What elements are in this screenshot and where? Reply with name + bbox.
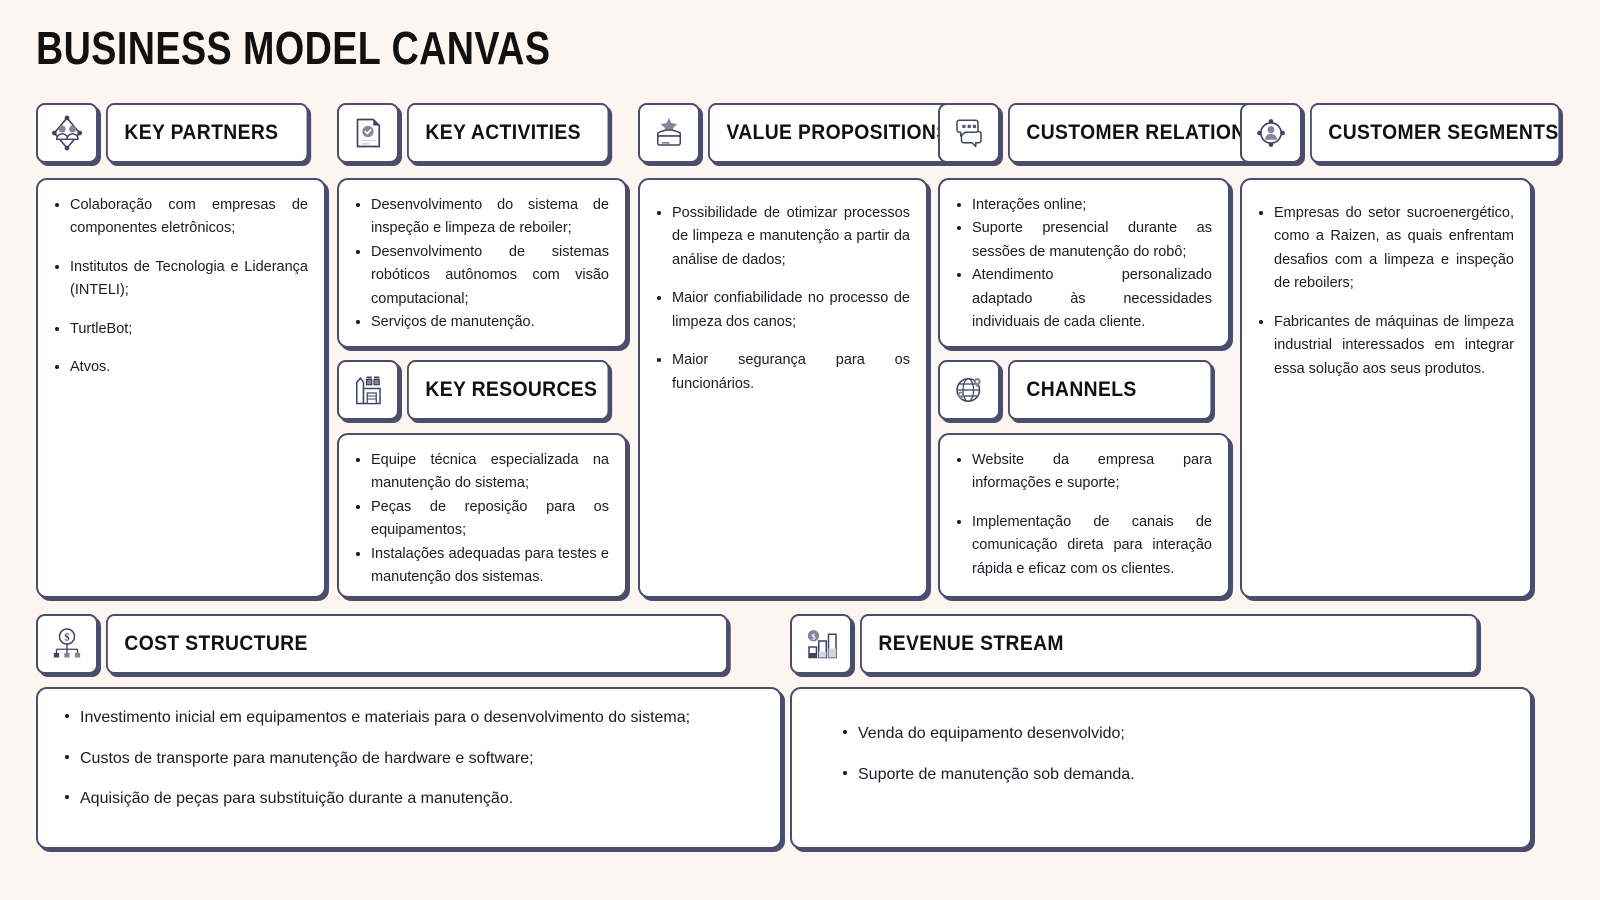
key-activities-panel: Desenvolvimento do sistema de inspeção e…: [337, 178, 627, 348]
customer-segments-header: CUSTOMER SEGMENTS: [1240, 103, 1561, 163]
value-propositions-header: VALUE PROPOSITIONS: [638, 103, 952, 163]
revenue-bar-chart-icon: $: [790, 614, 852, 674]
list-item: Desenvolvimento do sistema de inspeção e…: [353, 194, 609, 241]
value-propositions-list: Possibilidade de otimizar processos de l…: [640, 180, 926, 406]
key-partners-list: Colaboração com empresas de componentes …: [38, 180, 324, 390]
customer-segments-list: Empresas do setor sucroenergético, como …: [1242, 180, 1530, 391]
list-item: Investimento inicial em equipamentos e m…: [62, 705, 758, 731]
value-propositions-panel: Possibilidade de otimizar processos de l…: [638, 178, 928, 598]
channels-list: Website da empresa para informações e su…: [940, 435, 1228, 591]
document-check-icon: [337, 103, 399, 163]
cost-structure-header: $ COST STRUCTURE: [36, 614, 782, 674]
channels-panel: Website da empresa para informações e su…: [938, 433, 1230, 598]
list-item: Maior confiabilidade no processo de limp…: [654, 287, 910, 334]
list-item: Desenvolvimento de sistemas robóticos au…: [353, 241, 609, 311]
customer-relationship-panel: Interações online; Suporte presencial du…: [938, 178, 1230, 348]
list-item: Suporte presencial durante as sessões de…: [954, 217, 1212, 264]
revenue-stream-title: REVENUE STREAM: [860, 614, 1479, 674]
list-item: Interações online;: [954, 194, 1212, 217]
list-item: Suporte de manutenção sob demanda.: [840, 762, 1508, 788]
list-item: Possibilidade de otimizar processos de l…: [654, 202, 910, 272]
key-resources-header: KEY RESOURCES: [337, 360, 627, 420]
value-propositions-title: VALUE PROPOSITIONS: [708, 103, 952, 163]
list-item: Maior segurança para os funcionários.: [654, 349, 910, 396]
cost-hierarchy-icon: $: [36, 614, 98, 674]
channels-header: CHANNELS: [938, 360, 1230, 420]
customer-segments-panel: Empresas do setor sucroenergético, como …: [1240, 178, 1532, 598]
cost-structure-title: COST STRUCTURE: [106, 614, 728, 674]
factory-icon: [337, 360, 399, 420]
list-item: Equipe técnica especializada na manutenç…: [353, 449, 609, 496]
gift-box-star-icon: [638, 103, 700, 163]
revenue-stream-panel: Venda do equipamento desenvolvido; Supor…: [790, 687, 1532, 849]
key-partners-header: KEY PARTNERS: [36, 103, 326, 163]
revenue-stream-header: $ REVENUE STREAM: [790, 614, 1532, 674]
user-target-icon: [1240, 103, 1302, 163]
business-model-canvas: BUSINESS MODEL CANVAS KEY PARTNERS Colab…: [0, 0, 1600, 900]
list-item: Institutos de Tecnologia e Liderança (IN…: [52, 256, 308, 303]
page-title: BUSINESS MODEL CANVAS: [36, 22, 551, 74]
list-item: Atendimento personalizado adaptado às ne…: [954, 264, 1212, 334]
list-item: Empresas do setor sucroenergético, como …: [1256, 202, 1514, 296]
key-activities-title: KEY ACTIVITIES: [407, 103, 610, 163]
partners-network-icon: [36, 103, 98, 163]
key-partners-title: KEY PARTNERS: [106, 103, 309, 163]
list-item: Venda do equipamento desenvolvido;: [840, 721, 1508, 747]
channels-title: CHANNELS: [1008, 360, 1213, 420]
list-item: Colaboração com empresas de componentes …: [52, 194, 308, 241]
key-partners-panel: Colaboração com empresas de componentes …: [36, 178, 326, 598]
chat-bubbles-icon: [938, 103, 1000, 163]
globe-pins-icon: [938, 360, 1000, 420]
key-activities-list: Desenvolvimento do sistema de inspeção e…: [339, 180, 625, 345]
cost-structure-list: Investimento inicial em equipamentos e m…: [38, 689, 780, 822]
list-item: Serviços de manutenção.: [353, 311, 609, 334]
list-item: Custos de transporte para manutenção de …: [62, 746, 758, 772]
svg-text:$: $: [64, 633, 69, 644]
svg-text:$: $: [811, 633, 815, 642]
list-item: Website da empresa para informações e su…: [954, 449, 1212, 496]
list-item: Instalações adequadas para testes e manu…: [353, 543, 609, 590]
customer-relationship-header: CUSTOMER RELATIONSHIP: [938, 103, 1294, 163]
list-item: TurtleBot;: [52, 318, 308, 341]
customer-relationship-list: Interações online; Suporte presencial du…: [940, 180, 1228, 345]
key-resources-title: KEY RESOURCES: [407, 360, 610, 420]
cost-structure-panel: Investimento inicial em equipamentos e m…: [36, 687, 782, 849]
customer-segments-title: CUSTOMER SEGMENTS: [1310, 103, 1561, 163]
key-activities-header: KEY ACTIVITIES: [337, 103, 627, 163]
key-resources-list: Equipe técnica especializada na manutenç…: [339, 435, 625, 596]
list-item: Peças de reposição para os equipamentos;: [353, 496, 609, 543]
list-item: Fabricantes de máquinas de limpeza indus…: [1256, 311, 1514, 381]
list-item: Implementação de canais de comunicação d…: [954, 511, 1212, 581]
revenue-stream-list: Venda do equipamento desenvolvido; Supor…: [792, 689, 1530, 797]
key-resources-panel: Equipe técnica especializada na manutenç…: [337, 433, 627, 598]
list-item: Aquisição de peças para substituição dur…: [62, 786, 758, 812]
list-item: Atvos.: [52, 356, 308, 379]
